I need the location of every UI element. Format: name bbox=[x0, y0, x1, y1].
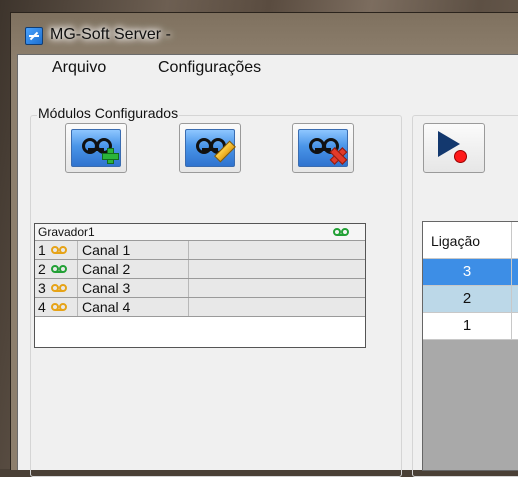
call-row[interactable]: 2 bbox=[423, 286, 518, 313]
channel-tape-icon bbox=[51, 284, 67, 292]
channel-row[interactable]: 2 Canal 2 bbox=[35, 260, 365, 279]
channel-number: 3 bbox=[38, 280, 46, 296]
channel-name: Canal 4 bbox=[77, 298, 189, 316]
menu-arquivo[interactable]: Arquivo bbox=[52, 59, 106, 77]
channel-name: Canal 1 bbox=[77, 241, 189, 259]
channel-number: 4 bbox=[38, 299, 46, 315]
recorder-channel-list[interactable]: Gravador1 1 Canal 1 2 Canal 2 3 Canal 3 … bbox=[34, 223, 366, 348]
channel-name: Canal 2 bbox=[77, 260, 189, 278]
column-header-ligacao[interactable]: Ligação bbox=[431, 233, 480, 249]
channel-tape-icon bbox=[51, 265, 67, 273]
menu-bar: Arquivo Configurações bbox=[18, 55, 518, 81]
recorder-status-icon bbox=[333, 228, 349, 236]
recorder-header[interactable]: Gravador1 bbox=[35, 224, 365, 241]
channel-row[interactable]: 1 Canal 1 bbox=[35, 241, 365, 260]
menu-configuracoes[interactable]: Configurações bbox=[158, 59, 261, 77]
title-bar[interactable]: MG-Soft Server - bbox=[11, 13, 518, 55]
channel-number: 1 bbox=[38, 242, 46, 258]
channel-name: Canal 3 bbox=[77, 279, 189, 297]
record-dot-icon bbox=[454, 150, 467, 163]
channel-tape-icon bbox=[51, 303, 67, 311]
add-module-button[interactable] bbox=[65, 123, 127, 173]
app-icon[interactable] bbox=[25, 27, 43, 45]
tape-edit-icon bbox=[185, 129, 236, 167]
call-row-selected[interactable]: 3 bbox=[423, 259, 518, 286]
play-record-button[interactable] bbox=[423, 123, 485, 173]
channel-tape-icon bbox=[51, 246, 67, 254]
window-title: MG-Soft Server - bbox=[50, 26, 171, 43]
edit-module-button[interactable] bbox=[179, 123, 241, 173]
call-value: 3 bbox=[462, 263, 472, 280]
calls-grid[interactable]: Ligação 3 2 1 bbox=[422, 221, 518, 471]
tape-add-icon bbox=[71, 129, 121, 167]
call-row[interactable]: 1 bbox=[423, 313, 518, 340]
grid-header: Ligação bbox=[423, 222, 518, 259]
call-value: 2 bbox=[462, 290, 472, 307]
modules-group-label: Módulos Configurados bbox=[37, 105, 180, 121]
channel-row[interactable]: 4 Canal 4 bbox=[35, 298, 365, 317]
recorder-name: Gravador1 bbox=[38, 225, 95, 239]
channel-row[interactable]: 3 Canal 3 bbox=[35, 279, 365, 298]
tape-delete-icon bbox=[298, 129, 348, 167]
channel-number: 2 bbox=[38, 261, 46, 277]
call-value: 1 bbox=[462, 317, 472, 334]
delete-module-button[interactable] bbox=[292, 123, 354, 173]
